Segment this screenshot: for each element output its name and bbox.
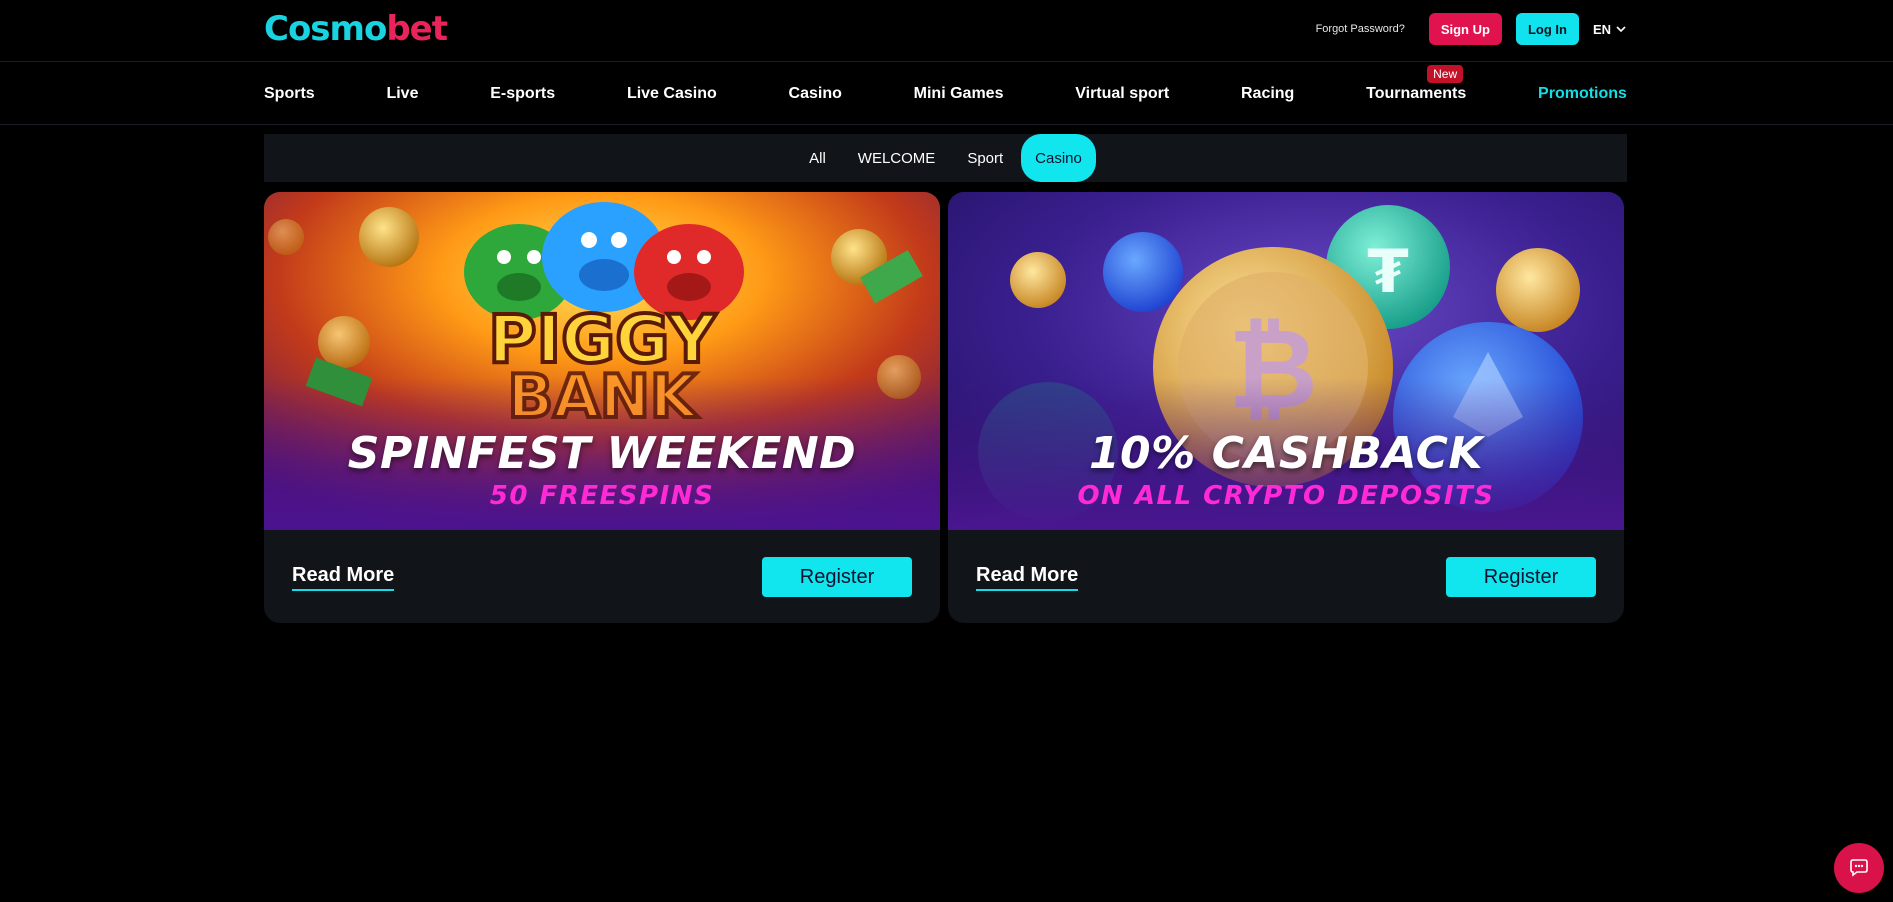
- nav-item-racing[interactable]: Racing: [1241, 85, 1294, 103]
- logo-text-cosmo: Cosmo: [264, 9, 387, 49]
- filter-casino[interactable]: Casino: [1021, 134, 1096, 182]
- promotion-card: ₿ ₮ 10% CASHBACK ON ALL CRYPTO DEPOSITS …: [948, 192, 1624, 623]
- read-more-link[interactable]: Read More: [292, 564, 395, 591]
- language-label: EN: [1592, 21, 1611, 37]
- nav-item-promotions[interactable]: Promotions: [1538, 85, 1627, 103]
- live-chat-button[interactable]: [1834, 843, 1884, 893]
- promotion-title: 10% CASHBACK: [1088, 428, 1484, 479]
- promotion-title: SPINFEST WEEKEND: [347, 428, 857, 479]
- nav-item-esports[interactable]: E-sports: [490, 85, 555, 103]
- filter-all[interactable]: All: [795, 134, 840, 182]
- header-actions: Forgot Password? Sign Up Log In EN: [1316, 13, 1627, 45]
- logo-text-bet: bet: [386, 9, 448, 49]
- language-selector[interactable]: EN: [1593, 22, 1627, 37]
- promotion-subtitle: 50 FREESPINS: [489, 481, 715, 511]
- nav-item-tournaments[interactable]: Tournaments New: [1366, 65, 1467, 103]
- promotion-card-footer: Read More Register: [292, 557, 912, 597]
- promotion-card-footer: Read More Register: [976, 557, 1596, 597]
- promotion-banner-cashback[interactable]: ₿ ₮ 10% CASHBACK ON ALL CRYPTO DEPOSITS: [948, 192, 1624, 530]
- chevron-down-icon: [1616, 26, 1626, 33]
- new-badge: New: [1427, 65, 1464, 83]
- register-button[interactable]: Register: [1446, 557, 1596, 597]
- nav-item-tournaments-label: Tournaments: [1366, 85, 1467, 102]
- forgot-password-link[interactable]: Forgot Password?: [1316, 23, 1405, 35]
- read-more-link[interactable]: Read More: [976, 564, 1079, 591]
- promotion-filter-bar: All WELCOME Sport Casino: [264, 134, 1627, 182]
- log-in-button[interactable]: Log In: [1515, 13, 1579, 45]
- main-navigation: Sports Live E-sports Live Casino Casino …: [0, 63, 1893, 125]
- promotion-card: PIGGY BANK SPINFEST WEEKEND 50 FREESPINS…: [264, 192, 940, 623]
- sign-up-button[interactable]: Sign Up: [1428, 13, 1502, 45]
- nav-item-live[interactable]: Live: [386, 85, 418, 103]
- nav-item-live-casino[interactable]: Live Casino: [627, 85, 717, 103]
- top-header: Cosmo bet Forgot Password? Sign Up Log In…: [0, 0, 1893, 62]
- promotion-subtitle: ON ALL CRYPTO DEPOSITS: [1077, 481, 1495, 511]
- filter-sport[interactable]: Sport: [953, 134, 1017, 182]
- nav-item-mini-games[interactable]: Mini Games: [914, 85, 1004, 103]
- nav-item-sports[interactable]: Sports: [264, 85, 315, 103]
- svg-text:BANK: BANK: [508, 362, 699, 432]
- nav-items: Sports Live E-sports Live Casino Casino …: [264, 63, 1627, 125]
- piggy-bank-banner-image: PIGGY BANK: [264, 192, 940, 530]
- crypto-coins-banner-image: ₿ ₮: [948, 192, 1624, 530]
- nav-item-virtual-sport[interactable]: Virtual sport: [1075, 85, 1169, 103]
- nav-item-casino[interactable]: Casino: [789, 85, 842, 103]
- promotion-banner-spinfest[interactable]: PIGGY BANK SPINFEST WEEKEND 50 FREESPINS: [264, 192, 940, 530]
- cosmobet-logo[interactable]: Cosmo bet: [264, 9, 448, 49]
- filter-welcome[interactable]: WELCOME: [844, 134, 950, 182]
- chat-bubble-icon: [1850, 859, 1868, 877]
- register-button[interactable]: Register: [762, 557, 912, 597]
